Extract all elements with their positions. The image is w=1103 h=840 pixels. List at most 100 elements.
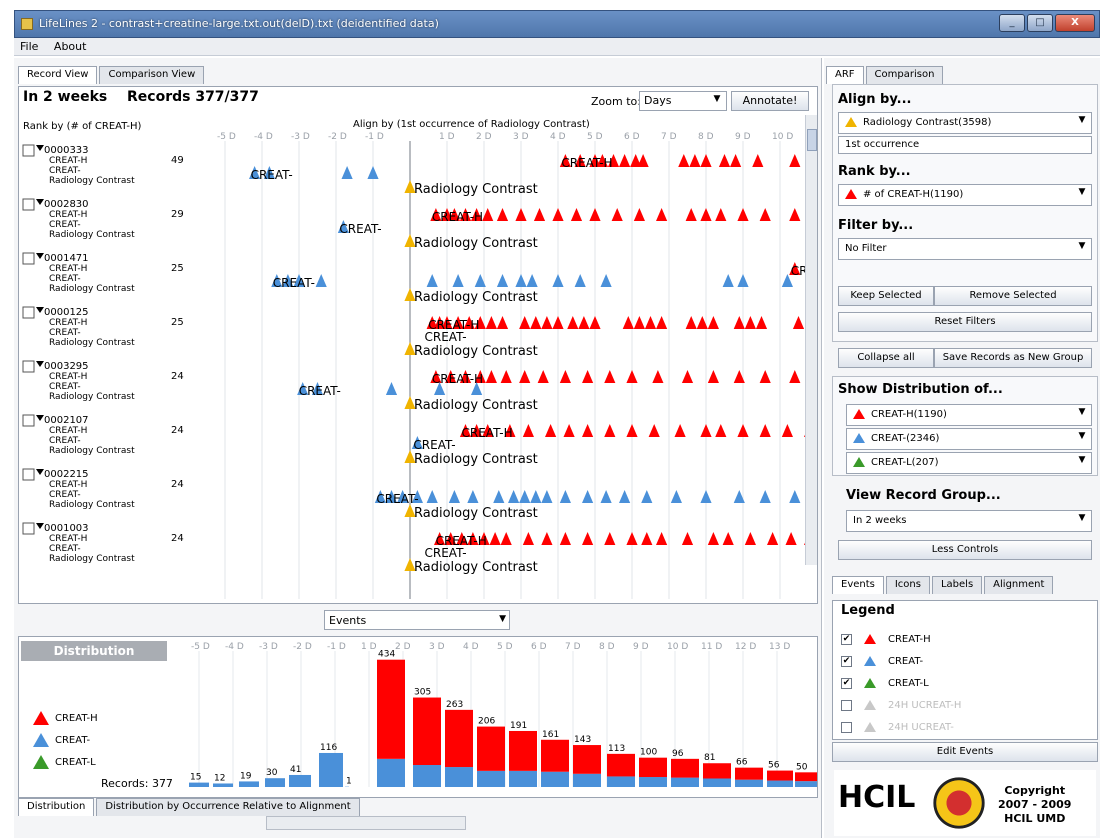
keep-selected-button[interactable]: Keep Selected	[838, 286, 934, 306]
event-creat-h	[700, 424, 712, 438]
scroll-thumb[interactable]	[807, 129, 817, 151]
event-creat	[737, 274, 749, 288]
event-creat	[559, 490, 571, 504]
view-group-select[interactable]: In 2 weeks ▼	[846, 510, 1092, 532]
rank-select[interactable]: # of CREAT-H(1190) ▼	[838, 184, 1092, 206]
event-creat-h	[681, 370, 694, 384]
event-creat	[367, 166, 379, 180]
distribution-select-high[interactable]: CREAT-H(1190) ▼	[846, 404, 1092, 426]
reset-filters-button[interactable]: Reset Filters	[838, 312, 1092, 332]
save-group-button[interactable]: Save Records as New Group	[934, 348, 1092, 368]
distribution-select-normal[interactable]: CREAT-(2346) ▼	[846, 428, 1092, 450]
maximize-button[interactable]: □	[1027, 14, 1053, 32]
event-creat-h	[685, 316, 697, 330]
record-count: 25	[171, 317, 184, 328]
event-creat-h	[604, 424, 616, 438]
filter-header: Filter by...	[838, 218, 914, 233]
events-dropdown-value: Events	[329, 614, 367, 627]
legend-checkbox[interactable]	[841, 721, 852, 733]
legend-checkbox[interactable]: ✔	[841, 655, 852, 667]
dist-tick-label: 8 D	[599, 642, 615, 652]
event-creat	[670, 490, 682, 504]
legend-label: CREAT-	[888, 655, 924, 667]
event-creat-h	[755, 316, 768, 330]
contrast-label: Radiology Contrast	[414, 236, 538, 251]
legend-item[interactable]: ✔ CREAT-	[841, 651, 923, 671]
record-count: 29	[171, 209, 184, 220]
legend-item[interactable]: 24H UCREAT-	[841, 717, 954, 737]
left-pane: Record View Comparison View In 2 weeks R…	[14, 58, 822, 838]
tab-distribution-relative[interactable]: Distribution by Occurrence Relative to A…	[96, 798, 360, 816]
chevron-down-icon: ▼	[1078, 115, 1086, 125]
legend-item[interactable]: 24H UCREAT-H	[841, 695, 961, 715]
timeline-tick-label: 8 D	[698, 132, 714, 142]
legend-item[interactable]: ✔ CREAT-L	[841, 673, 929, 693]
event-creat-h	[500, 370, 512, 384]
tab-labels[interactable]: Labels	[931, 576, 983, 594]
dist-bar-creat	[795, 781, 817, 787]
vertical-scrollbar[interactable]	[805, 115, 817, 565]
event-creat	[341, 166, 353, 180]
dist-bar-creat	[541, 771, 569, 787]
filter-select[interactable]: No Filter ▼	[838, 238, 1092, 260]
tab-events[interactable]: Events	[832, 576, 884, 594]
event-creat	[759, 490, 771, 504]
title-bar[interactable]: LifeLines 2 - contrast+creatine-large.tx…	[14, 10, 1100, 38]
event-creat	[426, 274, 438, 288]
menu-file[interactable]: File	[14, 38, 44, 55]
timeline-tick-label: -3 D	[291, 132, 310, 142]
event-creat-h	[681, 532, 694, 546]
event-creat	[619, 490, 631, 504]
close-button[interactable]: X	[1055, 14, 1095, 32]
record-count: 24	[171, 533, 184, 544]
triangle-icon	[864, 656, 876, 666]
event-creat-h	[604, 532, 616, 546]
align-select[interactable]: Radiology Contrast(3598) ▼	[838, 112, 1092, 134]
menu-bar: File About	[14, 38, 1100, 56]
dist-bar-creat-h	[541, 739, 569, 772]
show-distribution-header: Show Distribution of...	[838, 382, 1003, 397]
record-id: 0000125	[44, 307, 89, 318]
record-row: 0003295CREAT-HCREAT-Radiology Contrast24…	[22, 360, 801, 413]
tab-record-view[interactable]: Record View	[18, 66, 98, 84]
legend-checkbox[interactable]: ✔	[841, 633, 852, 645]
dist-tick-label: -2 D	[293, 642, 312, 652]
legend-checkbox[interactable]: ✔	[841, 677, 852, 689]
dist-legend-item: CREAT-H	[33, 711, 98, 725]
timeline-plot[interactable]: -5 D -4 D -3 D -2 D -1 D 1 D 2 D 3 D 4 D 5 D 6 D 7 …	[19, 87, 809, 627]
edit-events-button[interactable]: Edit Events	[832, 742, 1098, 762]
event-creat-h	[611, 208, 623, 222]
event-creat	[789, 490, 801, 504]
creat-h-label: CREAT-H	[436, 534, 487, 548]
event-creat-h	[737, 424, 749, 438]
less-controls-button[interactable]: Less Controls	[838, 540, 1092, 560]
tab-icons[interactable]: Icons	[885, 576, 930, 594]
record-row: 0002215CREAT-HCREAT-Radiology Contrast24…	[22, 468, 801, 521]
tab-distribution[interactable]: Distribution	[18, 798, 95, 816]
legend-item[interactable]: ✔ CREAT-H	[841, 629, 931, 649]
legend-checkbox[interactable]	[841, 699, 852, 711]
event-creat-h	[570, 208, 583, 222]
tab-alignment[interactable]: Alignment	[984, 576, 1054, 594]
occurrence-spinner[interactable]: 1st occurrence	[838, 136, 1092, 154]
menu-about[interactable]: About	[48, 38, 93, 55]
tab-arf[interactable]: ARF	[826, 66, 864, 84]
horizontal-scrollbar[interactable]	[266, 816, 466, 830]
event-creat-h	[656, 532, 668, 546]
minimize-button[interactable]: _	[999, 14, 1025, 32]
event-creat	[493, 490, 505, 504]
events-dropdown[interactable]: Events ▼	[324, 610, 510, 630]
dist-tick-label: -3 D	[259, 642, 278, 652]
dist-bar-creat-h	[607, 753, 635, 777]
distribution-select-low[interactable]: CREAT-L(207) ▼	[846, 452, 1092, 474]
distribution-header: Distribution	[21, 641, 167, 661]
dist-bar-creat-h	[413, 697, 441, 765]
remove-selected-button[interactable]: Remove Selected	[934, 286, 1092, 306]
expand-arrow-icon	[36, 523, 44, 529]
collapse-all-button[interactable]: Collapse all	[838, 348, 934, 368]
dist-tick-label: -5 D	[191, 642, 210, 652]
record-row-label: Radiology Contrast	[49, 392, 135, 402]
tab-comparison[interactable]: Comparison	[865, 66, 944, 84]
tab-comparison-view[interactable]: Comparison View	[99, 66, 205, 84]
dist-tick-label: 5 D	[497, 642, 513, 652]
